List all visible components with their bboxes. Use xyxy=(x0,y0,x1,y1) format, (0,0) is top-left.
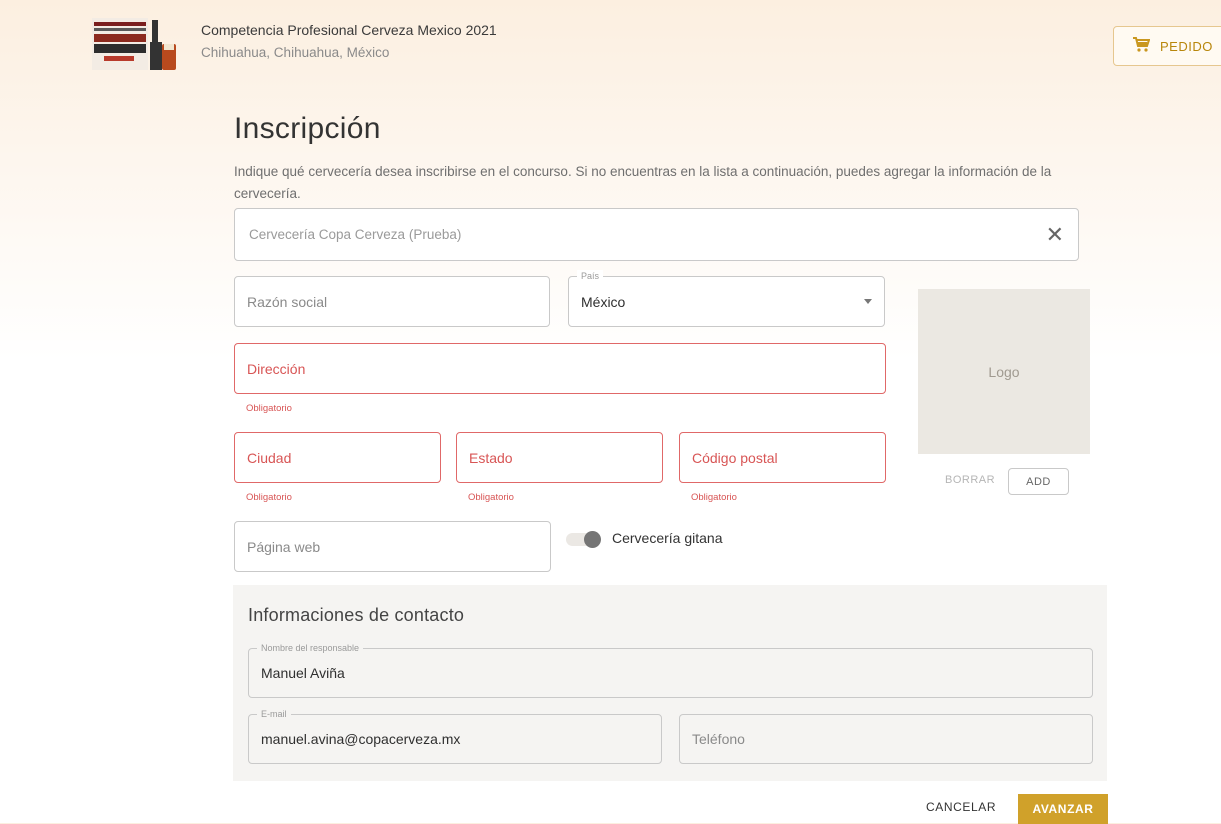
gitana-label[interactable]: Cervecería gitana xyxy=(612,530,723,546)
ciudad-error: Obligatorio xyxy=(246,492,292,503)
razon-social-placeholder: Razón social xyxy=(247,293,328,310)
email-value: manuel.avina@copacerveza.mx xyxy=(261,731,461,747)
cart-icon xyxy=(1132,36,1151,56)
responsable-field[interactable]: Nombre del responsable Manuel Aviña xyxy=(248,642,1093,698)
brewery-select-value: Cervecería Copa Cerveza (Prueba) xyxy=(249,227,462,242)
estado-placeholder: Estado xyxy=(469,449,513,466)
gitana-toggle[interactable] xyxy=(566,531,606,548)
responsable-value: Manuel Aviña xyxy=(261,665,345,681)
cart-label: PEDIDO xyxy=(1160,38,1213,54)
advance-button[interactable]: AVANZAR xyxy=(1018,794,1108,824)
competition-location: Chihuahua, Chihuahua, México xyxy=(201,45,390,60)
pais-select[interactable]: País México xyxy=(568,270,885,327)
estado-error: Obligatorio xyxy=(468,492,514,503)
codigo-postal-field[interactable]: Código postal xyxy=(679,432,886,483)
responsable-legend: Nombre del responsable xyxy=(257,642,364,654)
telefono-placeholder: Teléfono xyxy=(692,731,745,747)
direccion-field[interactable]: Dirección xyxy=(234,343,886,394)
direccion-error: Obligatorio xyxy=(246,403,292,414)
codigo-postal-error: Obligatorio xyxy=(691,492,737,503)
competition-title: Competencia Profesional Cerveza Mexico 2… xyxy=(201,22,497,38)
logo-placeholder-label: Logo xyxy=(988,363,1020,380)
pagina-web-field[interactable]: Página web xyxy=(234,521,551,572)
pagina-web-placeholder: Página web xyxy=(247,538,321,555)
close-icon[interactable]: ✕ xyxy=(1046,223,1064,246)
email-legend: E-mail xyxy=(257,708,291,720)
page-title: Inscripción xyxy=(234,112,381,145)
delete-logo-button[interactable]: BORRAR xyxy=(945,474,995,486)
ciudad-placeholder: Ciudad xyxy=(247,449,292,466)
codigo-postal-placeholder: Código postal xyxy=(692,449,778,466)
cancel-button[interactable]: CANCELAR xyxy=(926,800,996,814)
ciudad-field[interactable]: Ciudad xyxy=(234,432,441,483)
direccion-placeholder: Dirección xyxy=(247,360,306,377)
contact-title: Informaciones de contacto xyxy=(248,605,465,625)
add-logo-button[interactable]: ADD xyxy=(1008,468,1069,495)
toggle-knob xyxy=(584,531,601,548)
cart-button[interactable]: PEDIDO xyxy=(1113,26,1221,66)
estado-field[interactable]: Estado xyxy=(456,432,663,483)
razon-social-field[interactable]: Razón social xyxy=(234,276,550,327)
brewery-select[interactable]: Cervecería Copa Cerveza (Prueba) ✕ xyxy=(234,208,1079,261)
chevron-down-icon xyxy=(864,299,872,304)
pais-value: México xyxy=(581,293,626,310)
intro-text: Indique qué cervecería desea inscribirse… xyxy=(234,164,1052,201)
telefono-field[interactable]: Teléfono xyxy=(679,714,1093,764)
email-field[interactable]: E-mail manuel.avina@copacerveza.mx xyxy=(248,708,662,764)
pais-legend: País xyxy=(577,270,604,282)
logo-placeholder[interactable]: Logo xyxy=(918,289,1090,454)
competition-logo xyxy=(90,14,182,76)
